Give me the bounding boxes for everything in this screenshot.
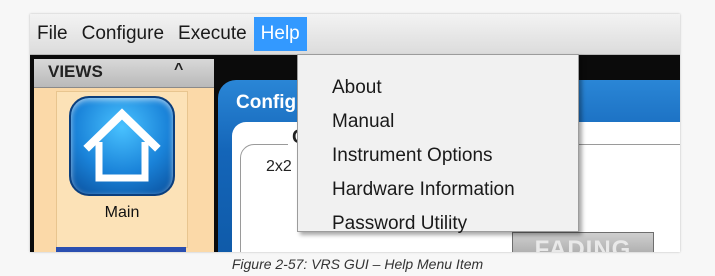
- app-window: File Configure Execute Help VIEWS ^ Main: [30, 14, 680, 252]
- home-icon-graphic: [83, 108, 161, 182]
- menu-help[interactable]: Help: [253, 17, 307, 51]
- menu-bar: File Configure Execute Help: [30, 14, 680, 55]
- main-view-label: Main: [104, 204, 140, 221]
- main-view-button[interactable]: Main: [56, 91, 188, 248]
- menu-item-instrument-options[interactable]: Instrument Options: [332, 145, 493, 167]
- views-header: VIEWS ^: [34, 59, 214, 88]
- help-dropdown-menu: About Manual Instrument Options Hardware…: [297, 54, 579, 235]
- figure-caption: Figure 2-57: VRS GUI – Help Menu Item: [231, 256, 484, 272]
- menu-item-password-utility[interactable]: Password Utility: [332, 213, 467, 235]
- home-icon[interactable]: [69, 96, 175, 196]
- menu-configure[interactable]: Configure: [75, 17, 171, 51]
- menu-item-about[interactable]: About: [332, 77, 382, 99]
- views-panel: VIEWS ^ Main: [34, 59, 214, 252]
- page: File Configure Execute Help VIEWS ^ Main: [0, 0, 715, 276]
- menu-item-hardware-information[interactable]: Hardware Information: [332, 179, 515, 201]
- views-title: VIEWS: [48, 62, 103, 81]
- menu-file[interactable]: File: [30, 17, 75, 51]
- views-next-item: [56, 247, 186, 252]
- menu-item-manual[interactable]: Manual: [332, 111, 394, 133]
- fading-button[interactable]: FADING: [512, 232, 654, 252]
- collapse-icon[interactable]: ^: [174, 61, 183, 79]
- menu-execute[interactable]: Execute: [171, 17, 254, 51]
